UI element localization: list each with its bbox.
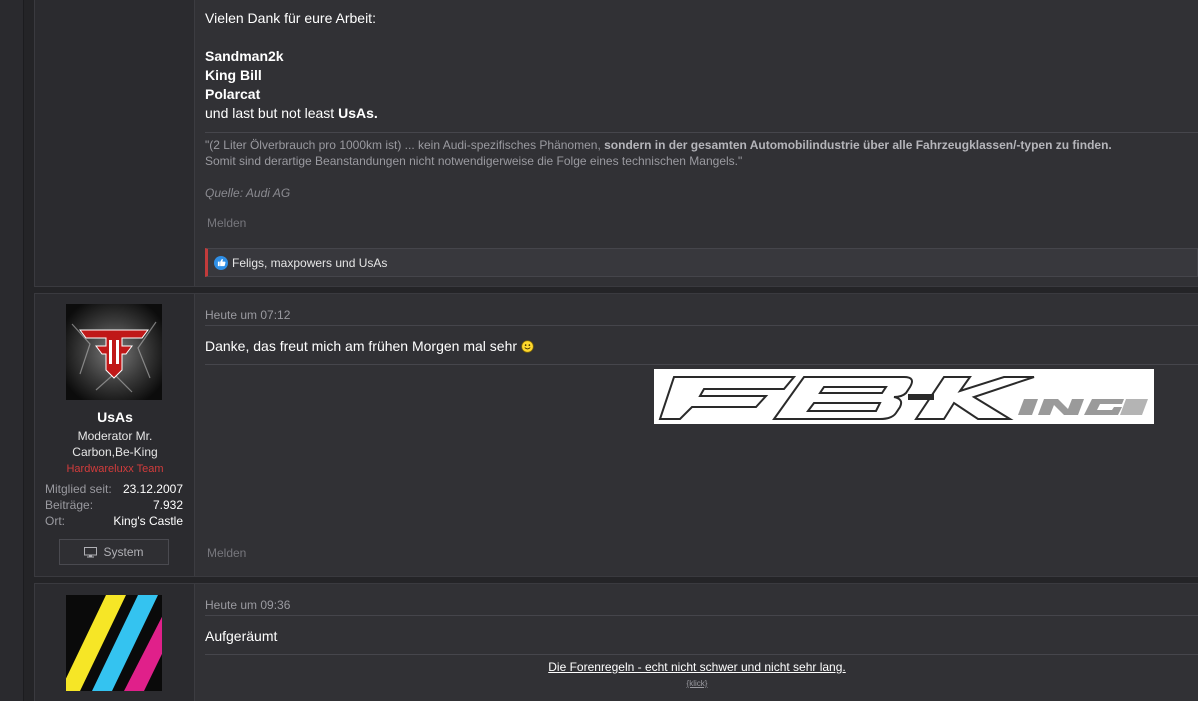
signature-separator xyxy=(205,132,1198,133)
reactions-list[interactable]: Feligs, maxpowers und UsAs xyxy=(232,256,387,270)
post-2-content: Heute um 07:12 Danke, das freut mich am … xyxy=(196,294,1198,576)
avatar[interactable] xyxy=(66,304,162,400)
post-date[interactable]: Heute um 09:36 xyxy=(205,598,290,612)
reactions-bar[interactable]: Feligs, maxpowers und UsAs xyxy=(205,248,1198,277)
message-body: Aufgeräumt xyxy=(205,628,278,644)
system-button[interactable]: System xyxy=(59,539,169,565)
stat-location: Ort: King's Castle xyxy=(45,514,183,528)
stat-posts: Beiträge: 7.932 xyxy=(45,498,183,512)
message-closing: und last but not least UsAs. xyxy=(205,105,378,121)
avatar[interactable] xyxy=(60,595,176,691)
thanked-name: Sandman2k xyxy=(205,48,284,64)
signature-separator xyxy=(205,654,1198,655)
forum-rules-click-link[interactable]: {klick} xyxy=(196,679,1198,688)
message-intro: Vielen Dank für eure Arbeit: xyxy=(205,10,376,26)
quote-source: Quelle: Audi AG xyxy=(205,186,291,200)
post-3-user-column xyxy=(35,584,195,701)
post-3: Heute um 09:36 Aufgeräumt Die Forenregel… xyxy=(34,583,1198,701)
post-1-content: Vielen Dank für eure Arbeit: Sandman2k K… xyxy=(196,0,1198,286)
signature-quote: "(2 Liter Ölverbrauch pro 1000km ist) ..… xyxy=(205,138,1112,168)
post-2: UsAs Moderator Mr. Carbon,Be-King Hardwa… xyxy=(34,293,1198,577)
thanked-name: King Bill xyxy=(205,67,262,83)
date-separator xyxy=(205,325,1198,326)
message-body: Danke, das freut mich am frühen Morgen m… xyxy=(205,337,534,356)
page-left-rail xyxy=(0,0,24,701)
user-banner: Hardwareluxx Team xyxy=(66,463,164,475)
forum-rules-link[interactable]: Die Forenregeln - echt nicht schwer und … xyxy=(196,660,1198,674)
smiley-icon xyxy=(521,340,534,353)
report-link[interactable]: Melden xyxy=(207,216,246,230)
message-body: Vielen Dank für eure Arbeit: Sandman2k K… xyxy=(205,9,378,123)
signature-separator xyxy=(205,364,1198,365)
signature-banner-image xyxy=(654,369,1154,424)
report-link[interactable]: Melden xyxy=(207,546,246,560)
thanked-name: Polarcat xyxy=(205,86,261,102)
username[interactable]: UsAs xyxy=(35,409,195,425)
thanked-name: UsAs xyxy=(338,105,374,121)
post-date[interactable]: Heute um 07:12 xyxy=(205,308,290,322)
post-1: Vielen Dank für eure Arbeit: Sandman2k K… xyxy=(34,0,1198,287)
post-1-user-column xyxy=(35,0,195,286)
post-2-user-column: UsAs Moderator Mr. Carbon,Be-King Hardwa… xyxy=(35,294,195,576)
date-separator xyxy=(205,615,1198,616)
user-title: Moderator Mr. Carbon,Be-King xyxy=(72,429,158,459)
post-3-content: Heute um 09:36 Aufgeräumt Die Forenregel… xyxy=(196,584,1198,701)
monitor-icon xyxy=(84,546,98,557)
stat-member-since: Mitglied seit: 23.12.2007 xyxy=(45,482,183,496)
thumbs-up-icon xyxy=(214,255,228,270)
